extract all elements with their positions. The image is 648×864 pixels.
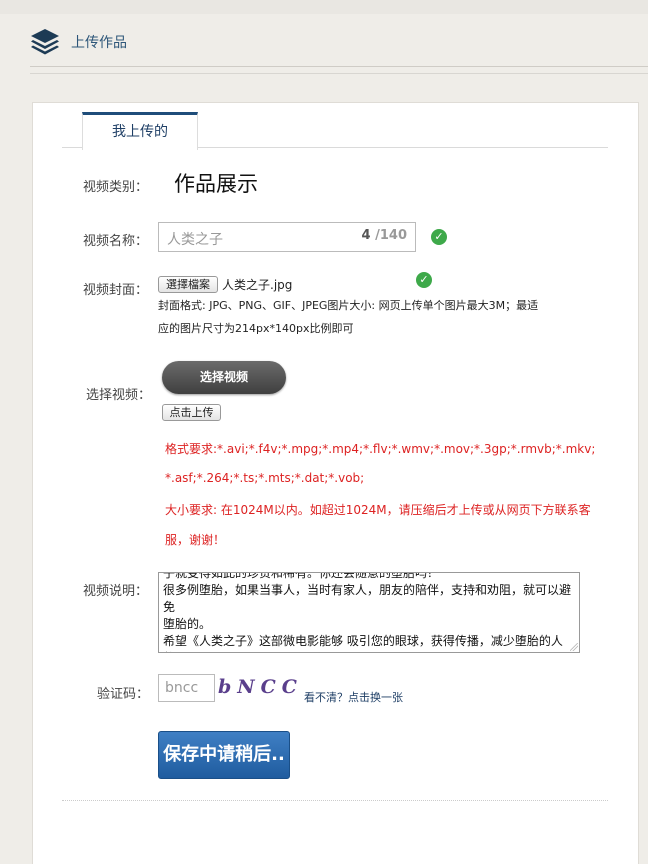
cover-label: 视频封面： [83, 283, 149, 298]
char-count: 4 [361, 228, 371, 243]
check-circle-icon: ✓ [431, 229, 447, 245]
char-max: /140 [375, 228, 407, 243]
captcha-placeholder: bncc [165, 680, 199, 696]
description-line: 希望《人类之子》这部微电影能够 吸引您的眼球，获得传播，减少堕胎的人 [163, 634, 563, 648]
size-requirement-line2: 服，谢谢！ [165, 533, 226, 547]
format-requirement-line1: 格式要求:*.avi;*.f4v;*.mpg;*.mp4;*.flv;*.wmv… [165, 442, 596, 456]
description-line: 子就变得如此的珍贵和稀有。你还会随意的堕胎吗？ [163, 572, 440, 580]
page-title: 上传作品 [71, 35, 127, 51]
description-line: 很多例堕胎，如果当事人，当时有家人，朋友的陪伴，支持和劝阻，就可以避免 [163, 583, 572, 614]
layers-icon [31, 29, 59, 55]
cover-hint-line1: 封面格式: JPG、PNG、GIF、JPEG图片大小: 网页上传单个图片最大3M… [158, 299, 539, 312]
description-label: 视频说明： [83, 584, 149, 599]
video-name-placeholder: 人类之子 [167, 232, 223, 248]
cover-hint-line2: 应的图片尺寸为214px*140px比例即可 [158, 322, 354, 335]
captcha-input[interactable]: bncc [158, 674, 215, 702]
check-circle-icon: ✓ [416, 272, 432, 288]
format-requirement-line2: *.asf;*.264;*.ts;*.mts;*.dat;*.vob; [165, 471, 365, 485]
description-line: 数。 [163, 650, 575, 652]
category-label: 视频类别： [83, 180, 149, 195]
choose-file-button[interactable]: 選擇檔案 [158, 276, 218, 293]
tab-my-uploads[interactable]: 我上传的 [82, 112, 198, 150]
video-name-input[interactable]: 人类之子 4 /140 [158, 222, 416, 252]
save-button[interactable]: 保存中请稍后.. [158, 731, 290, 779]
name-label: 视频名称： [83, 234, 149, 249]
top-band [0, 0, 648, 14]
description-textarea[interactable]: 子就变得如此的珍贵和稀有。你还会随意的堕胎吗？ 很多例堕胎，如果当事人，当时有家… [158, 572, 580, 653]
size-requirement-line1: 大小要求: 在1024M以内。如超过1024M，请压缩后才上传或从网页下方联系客 [165, 503, 591, 517]
captcha-image[interactable]: bNCC [218, 676, 300, 702]
video-label: 选择视频： [86, 388, 152, 403]
select-video-button[interactable]: 选择视频 [162, 361, 286, 394]
header-divider [30, 66, 648, 74]
resize-handle[interactable] [570, 643, 578, 651]
description-line: 堕胎的。 [163, 617, 212, 631]
captcha-label: 验证码： [97, 687, 150, 702]
form-bottom-divider [62, 800, 608, 801]
page-header: 上传作品 [30, 16, 648, 66]
category-value: 作品展示 [174, 172, 258, 196]
char-counter: 4 /140 [362, 228, 407, 243]
upload-button[interactable]: 点击上传 [162, 404, 221, 421]
cover-filename: 人类之子.jpg [222, 278, 293, 292]
captcha-refresh-link[interactable]: 看不清？点击换一张 [304, 689, 403, 705]
